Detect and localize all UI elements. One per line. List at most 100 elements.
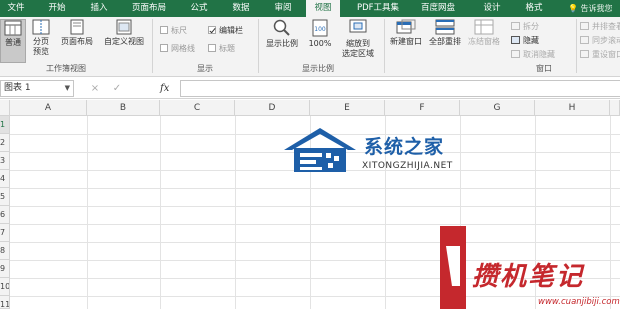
column-header[interactable] xyxy=(610,100,620,116)
reset-position-icon xyxy=(580,50,589,58)
freeze-panes-icon xyxy=(474,19,494,35)
tab-pdf-tools[interactable]: PDF工具集 xyxy=(348,0,408,17)
hide-button[interactable]: 隐藏 xyxy=(511,35,539,46)
enter-icon[interactable]: ✓ xyxy=(106,80,128,97)
tab-review[interactable]: 审阅 xyxy=(266,0,300,17)
select-all-corner[interactable] xyxy=(0,100,10,116)
tab-format[interactable]: 格式 xyxy=(518,0,550,17)
custom-views-button[interactable]: 自定义视图 xyxy=(100,19,148,47)
formula-input[interactable] xyxy=(180,80,620,97)
row-header[interactable]: 6 xyxy=(0,206,10,224)
tab-page-layout[interactable]: 页面布局 xyxy=(124,0,174,17)
svg-text:100: 100 xyxy=(314,26,326,33)
arrange-all-button[interactable]: 全部重排 xyxy=(427,19,463,47)
hide-icon xyxy=(511,36,520,44)
page-layout-view-button[interactable]: 页面布局 xyxy=(56,19,98,47)
new-window-icon xyxy=(396,19,416,34)
formula-bar-checkbox[interactable]: 编辑栏 xyxy=(208,25,243,36)
ruler-checkbox[interactable]: 标尺 xyxy=(160,25,187,36)
tab-design[interactable]: 设计 xyxy=(476,0,508,17)
reset-position-button[interactable]: 重设窗口 xyxy=(580,49,620,60)
group-label-zoom: 显示比例 xyxy=(302,64,334,73)
tab-formulas[interactable]: 公式 xyxy=(182,0,216,17)
insert-function-button[interactable]: fx xyxy=(160,80,169,97)
row-header[interactable]: 4 xyxy=(0,170,10,188)
normal-view-button[interactable]: 普通 xyxy=(0,19,26,63)
freeze-panes-button[interactable]: 冻结窗格 xyxy=(466,19,502,47)
separator xyxy=(258,19,259,73)
watermark-xitongzhijia: 系统之家 XITONGZHIJIA.NET xyxy=(280,120,470,180)
sync-scroll-button[interactable]: 同步滚动 xyxy=(580,35,620,46)
tab-insert[interactable]: 插入 xyxy=(82,0,116,17)
row-header[interactable]: 9 xyxy=(0,260,10,278)
group-label-window: 窗口 xyxy=(536,64,552,73)
gridline xyxy=(87,116,88,309)
column-header[interactable]: H xyxy=(535,100,610,116)
tab-home[interactable]: 开始 xyxy=(40,0,74,17)
watermark-url: www.cuanjibiji.com xyxy=(538,297,620,307)
gridline xyxy=(10,188,620,189)
name-box[interactable]: 图表 1 ▼ xyxy=(0,80,74,97)
tab-file[interactable]: 文件 xyxy=(0,0,32,17)
page-break-preview-button[interactable]: 分页 预览 xyxy=(28,19,54,57)
row-header[interactable]: 3 xyxy=(0,152,10,170)
normal-view-icon xyxy=(4,20,22,36)
zoom-button[interactable]: 显示比例 xyxy=(262,19,302,49)
watermark-title: 攒机笔记 xyxy=(472,262,585,292)
unhide-button[interactable]: 取消隐藏 xyxy=(511,49,555,60)
watermark-url: XITONGZHIJIA.NET xyxy=(362,161,453,171)
page-break-icon xyxy=(32,19,50,35)
cancel-icon[interactable]: × xyxy=(84,80,106,97)
tab-view[interactable]: 视图 xyxy=(306,0,340,17)
lightbulb-icon: 💡 xyxy=(568,4,578,13)
gridlines-checkbox[interactable]: 网格线 xyxy=(160,43,195,54)
row-header[interactable]: 8 xyxy=(0,242,10,260)
unhide-icon xyxy=(511,50,520,58)
column-header[interactable]: B xyxy=(87,100,160,116)
ribbon: 普通 分页 预览 页面布局 自定义视图 工作簿视图 标尺 编辑栏 网格线 标题 … xyxy=(0,17,620,77)
split-icon xyxy=(511,22,520,30)
tab-baidu-pan[interactable]: 百度网盘 xyxy=(414,0,462,17)
side-by-side-button[interactable]: 并排查看 xyxy=(580,21,620,32)
zoom-100-button[interactable]: 100 100% xyxy=(305,19,335,49)
row-header[interactable]: 5 xyxy=(0,188,10,206)
gridline xyxy=(10,224,620,225)
watermark-title: 系统之家 xyxy=(364,136,445,158)
new-window-button[interactable]: 新建窗口 xyxy=(388,19,424,47)
column-header[interactable]: A xyxy=(10,100,87,116)
ribbon-tab-bar: 文件 开始 插入 页面布局 公式 数据 审阅 视图 PDF工具集 百度网盘 设计… xyxy=(0,0,620,17)
column-header[interactable]: E xyxy=(310,100,385,116)
separator xyxy=(576,19,577,73)
arrange-all-icon xyxy=(435,19,455,35)
zoom-selection-icon xyxy=(349,19,367,33)
gridline xyxy=(235,116,236,309)
formula-bar: 图表 1 ▼ × ✓ fx xyxy=(0,78,620,99)
column-header[interactable]: G xyxy=(460,100,535,116)
group-label-show: 显示 xyxy=(197,64,213,73)
magnifier-icon xyxy=(273,19,290,36)
separator xyxy=(384,19,385,73)
tab-data[interactable]: 数据 xyxy=(224,0,258,17)
gridline xyxy=(160,116,161,309)
separator xyxy=(152,19,153,73)
row-header[interactable]: 1 xyxy=(0,116,10,134)
column-header[interactable]: F xyxy=(385,100,460,116)
house-logo-icon xyxy=(284,128,356,172)
sync-scroll-icon xyxy=(580,36,589,44)
row-header[interactable]: 11 xyxy=(0,296,10,309)
row-header[interactable]: 7 xyxy=(0,224,10,242)
tell-me-search[interactable]: 💡 告诉我您 xyxy=(568,0,613,17)
zoom-to-selection-button[interactable]: 缩放到 选定区域 xyxy=(338,19,378,59)
side-by-side-icon xyxy=(580,22,589,30)
row-header[interactable]: 10 xyxy=(0,278,10,296)
zoom-100-icon: 100 xyxy=(312,19,328,37)
column-header[interactable]: C xyxy=(160,100,235,116)
headings-checkbox[interactable]: 标题 xyxy=(208,43,235,54)
logo-mark-icon xyxy=(446,246,460,286)
column-header[interactable]: D xyxy=(235,100,310,116)
split-button[interactable]: 拆分 xyxy=(511,21,539,32)
row-header[interactable]: 2 xyxy=(0,134,10,152)
group-label-workbook-views: 工作簿视图 xyxy=(46,64,86,73)
chevron-down-icon: ▼ xyxy=(64,84,70,92)
watermark-cuanjibiji: 攒机笔记 www.cuanjibiji.com xyxy=(440,226,620,309)
